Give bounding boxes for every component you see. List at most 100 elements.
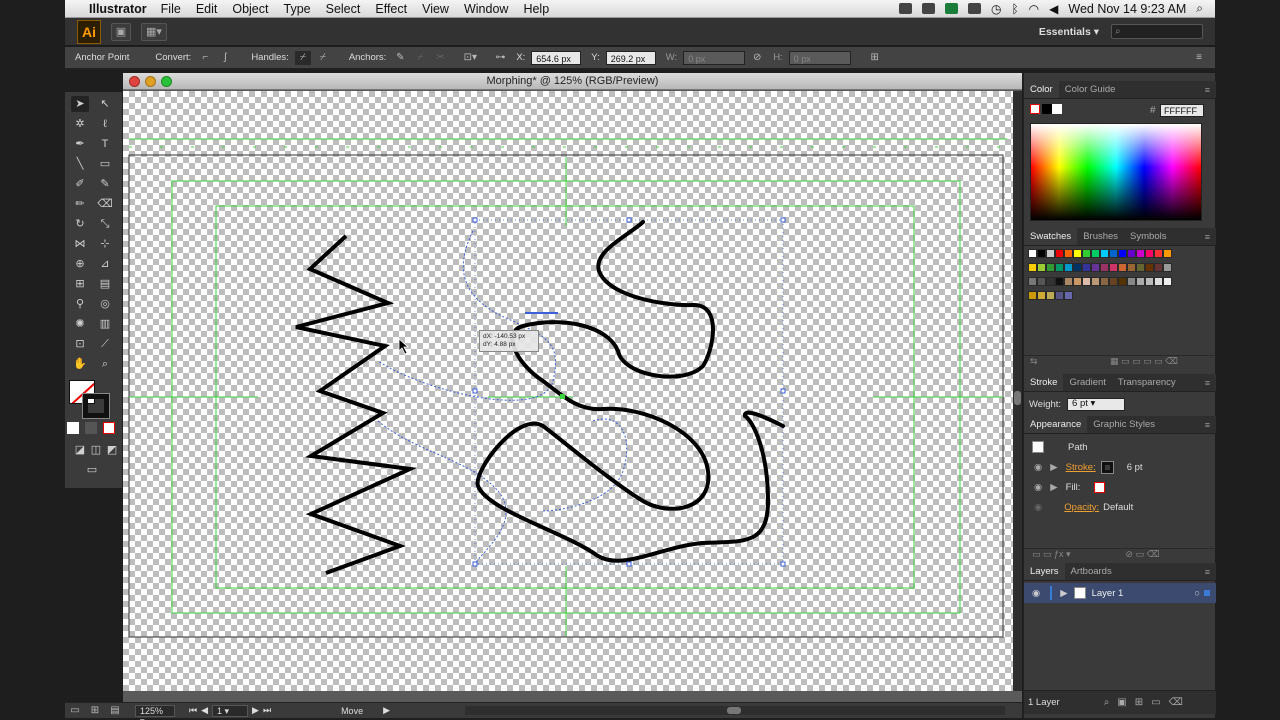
swatch[interactable]	[1145, 263, 1154, 272]
fill-expand-icon[interactable]: ▶	[1050, 482, 1057, 493]
swatch[interactable]	[1037, 263, 1046, 272]
swatch[interactable]	[1082, 263, 1091, 272]
draw-inside-icon[interactable]: ◩	[103, 442, 121, 458]
convert-to-smooth-icon[interactable]: ʃ	[217, 51, 233, 65]
appearance-stroke-label[interactable]: Stroke:	[1066, 462, 1096, 473]
direct-selection-tool-icon[interactable]: ↖	[96, 96, 114, 112]
swatch[interactable]	[1127, 263, 1136, 272]
swatch[interactable]	[1100, 263, 1109, 272]
app-menu-illustrator[interactable]: Illustrator	[89, 2, 147, 16]
appearance-stroke-row[interactable]: ◉ ▶ Stroke: 6 pt	[1024, 457, 1216, 477]
swatch[interactable]	[1028, 263, 1037, 272]
scale-tool-icon[interactable]: ⤡	[96, 216, 114, 232]
app-tray-icon-2[interactable]	[967, 3, 981, 14]
artboard-tool-icon[interactable]: ⊡	[71, 336, 89, 352]
first-artboard-icon[interactable]: ⏮	[189, 705, 197, 716]
none-mode-icon[interactable]	[103, 422, 115, 434]
anchor-point[interactable]	[472, 217, 478, 223]
swatch[interactable]	[1073, 277, 1082, 286]
eraser-tool-icon[interactable]: ⌫	[96, 196, 114, 212]
locate-object-icon[interactable]: ⌕	[1104, 697, 1110, 708]
opacity-visibility-eye-icon[interactable]: ◉	[1034, 502, 1042, 513]
appearance-stroke-value[interactable]: 6 pt	[1127, 462, 1143, 473]
paintbrush-tool-icon[interactable]: ✐	[71, 176, 89, 192]
tab-symbols[interactable]: Symbols	[1124, 228, 1172, 245]
tab-appearance[interactable]: Appearance	[1024, 416, 1088, 433]
tab-artboards[interactable]: Artboards	[1065, 563, 1118, 580]
swatch[interactable]	[1028, 277, 1037, 286]
remove-anchor-icon[interactable]: ✎	[392, 51, 408, 65]
evernote-icon[interactable]	[921, 3, 935, 14]
appearance-fill-row[interactable]: ◉ ▶ Fill:	[1024, 477, 1216, 497]
anchor-point[interactable]	[626, 217, 632, 223]
screen-record-icon[interactable]	[898, 3, 912, 14]
menu-view[interactable]: View	[422, 2, 449, 16]
swatch[interactable]	[1136, 249, 1145, 258]
bluetooth-icon[interactable]: ᛒ	[1011, 2, 1018, 16]
layer-visibility-eye-icon[interactable]: ◉	[1032, 588, 1040, 599]
zoom-window-button[interactable]	[161, 76, 172, 87]
swatches-panel-menu-icon[interactable]: ≡	[1199, 229, 1216, 245]
horizontal-scrollbar[interactable]	[465, 706, 1005, 715]
zoom-level-field[interactable]: 125% ▾	[135, 704, 175, 720]
swatch[interactable]	[1091, 263, 1100, 272]
status-menu-icon[interactable]: ▶	[383, 705, 390, 716]
swatch[interactable]	[1127, 277, 1136, 286]
anchor-point[interactable]	[780, 217, 786, 223]
type-tool-icon[interactable]: T	[96, 136, 114, 152]
hex-color-field[interactable]: FFFFFF	[1160, 104, 1204, 117]
next-artboard-icon[interactable]: ▶	[252, 705, 259, 716]
appearance-opacity-row[interactable]: ◉ Opacity: Default	[1024, 497, 1216, 517]
arrange-documents-icon[interactable]: ▦▾	[141, 22, 167, 41]
minimize-window-button[interactable]	[145, 76, 156, 87]
none-color-icon[interactable]	[1030, 104, 1040, 114]
swatch[interactable]	[1046, 263, 1055, 272]
wavy-path[interactable]	[475, 220, 785, 563]
swatch[interactable]	[1109, 249, 1118, 258]
previous-artboard-icon[interactable]: ◀	[201, 705, 208, 716]
stroke-swatch[interactable]	[82, 393, 110, 419]
selected-anchor-point[interactable]	[560, 394, 565, 399]
swatch[interactable]	[1136, 263, 1145, 272]
swatch[interactable]	[1082, 277, 1091, 286]
workspace-switcher[interactable]: Essentials ▾	[1039, 26, 1099, 38]
free-transform-tool-icon[interactable]: ⊹	[96, 236, 114, 252]
stroke-expand-icon[interactable]: ▶	[1050, 462, 1057, 473]
tab-gradient[interactable]: Gradient	[1063, 374, 1111, 391]
swatch[interactable]	[1118, 263, 1127, 272]
selection-tool-icon[interactable]: ➤	[71, 96, 89, 112]
artboard-number-field[interactable]: 1 ▾	[212, 704, 249, 717]
help-search-input[interactable]: ⌕	[1111, 24, 1203, 39]
create-sublayer-icon[interactable]: ⊞	[1135, 697, 1143, 708]
fill-visibility-eye-icon[interactable]: ◉	[1034, 482, 1042, 493]
black-color-icon[interactable]	[1042, 104, 1052, 114]
isolate-icon[interactable]: ⊡▾	[462, 51, 478, 65]
status-bar-icon-3[interactable]: ▤	[107, 704, 123, 718]
appearance-opacity-label[interactable]: Opacity:	[1064, 502, 1099, 513]
swatch[interactable]	[1046, 249, 1055, 258]
width-tool-icon[interactable]: ⋈	[71, 236, 89, 252]
status-text[interactable]: Move	[341, 706, 363, 716]
swatch[interactable]	[1163, 277, 1172, 286]
swatch[interactable]	[1100, 277, 1109, 286]
tab-color-guide[interactable]: Color Guide	[1059, 81, 1122, 98]
layer-name[interactable]: Layer 1	[1092, 588, 1124, 599]
create-new-layer-icon[interactable]: ▭	[1151, 697, 1160, 708]
connect-anchors-icon[interactable]: ⌿	[412, 51, 428, 65]
vertical-scroll-thumb[interactable]	[1014, 391, 1021, 405]
color-panel-menu-icon[interactable]: ≡	[1199, 82, 1216, 98]
column-graph-tool-icon[interactable]: ▥	[96, 316, 114, 332]
convert-to-corner-icon[interactable]: ⌐	[197, 51, 213, 65]
layer-row-layer-1[interactable]: ◉ ▶ Layer 1 ○	[1024, 583, 1216, 603]
artboard-canvas[interactable]: dX: -140.53 px dY: 4.88 px	[123, 91, 1013, 691]
rotate-tool-icon[interactable]: ↻	[71, 216, 89, 232]
align-icon[interactable]: ⊶	[492, 51, 508, 65]
x-field[interactable]: 654.6 px	[531, 50, 582, 65]
layer-expand-icon[interactable]: ▶	[1060, 588, 1067, 599]
tab-layers[interactable]: Layers	[1024, 563, 1065, 580]
line-segment-tool-icon[interactable]: ╲	[71, 156, 89, 172]
menu-help[interactable]: Help	[523, 2, 549, 16]
swatch[interactable]	[1163, 249, 1172, 258]
swatch[interactable]	[1028, 291, 1037, 300]
vertical-scrollbar[interactable]	[1013, 91, 1022, 691]
